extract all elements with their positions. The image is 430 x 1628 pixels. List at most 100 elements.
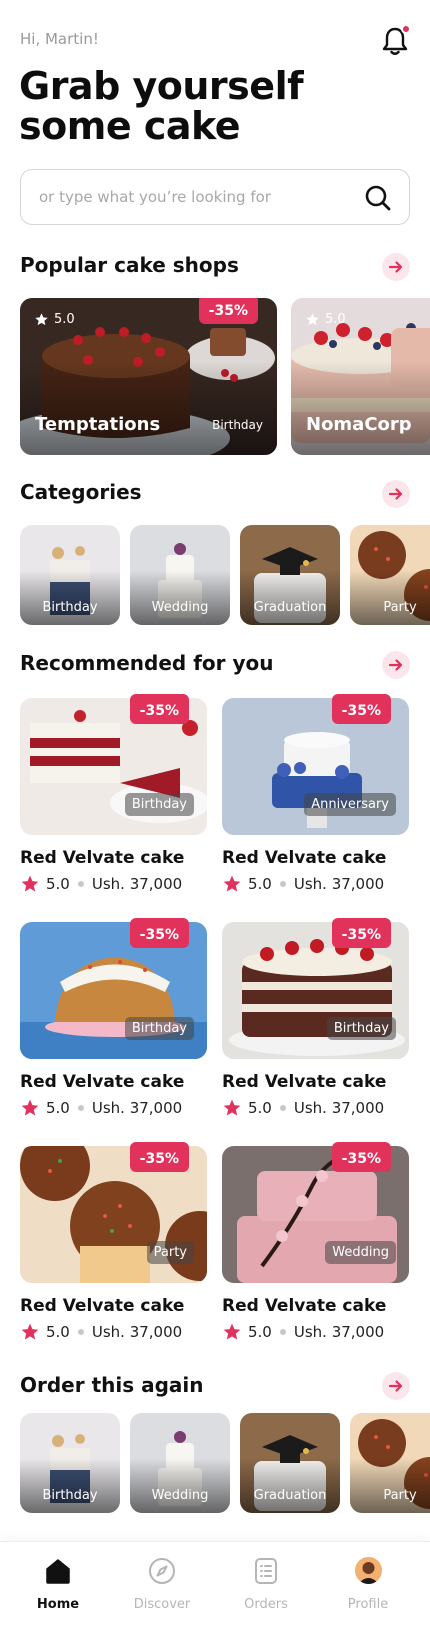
rating-value: 5.0	[46, 875, 70, 893]
tab-profile[interactable]: Profile	[318, 1542, 418, 1628]
section-title-recommended: Recommended for you	[20, 651, 274, 675]
category-wedding[interactable]: Wedding	[130, 525, 230, 625]
tab-orders[interactable]: Orders	[216, 1542, 316, 1628]
section-title-categories: Categories	[20, 480, 142, 504]
rating-value: 5.0	[248, 1099, 272, 1117]
avatar	[355, 1557, 382, 1584]
recommended-see-all-button[interactable]	[382, 651, 410, 679]
star-icon	[306, 313, 319, 326]
star-icon	[21, 875, 39, 892]
bottom-tab-bar: Home Discover Orders Profile	[0, 1541, 430, 1628]
cake-name: Red Velvate cake	[20, 848, 185, 868]
arrow-right-icon	[388, 1380, 403, 1392]
shop-card-temptations[interactable]: 5.0 Temptations Birthday -35%	[20, 298, 277, 455]
arrow-right-icon	[388, 488, 403, 500]
search-input[interactable]	[39, 182, 339, 212]
separator-dot	[77, 1329, 84, 1335]
search-bar[interactable]	[20, 169, 410, 225]
order-again-label: Graduation	[253, 1488, 327, 1503]
rating-value: 5.0	[46, 1099, 70, 1117]
star-icon	[223, 875, 241, 892]
discount-badge: -35%	[331, 918, 391, 948]
separator-dot	[279, 881, 286, 887]
popular-see-all-button[interactable]	[382, 253, 410, 281]
star-icon	[223, 1323, 241, 1340]
arrow-right-icon	[388, 659, 403, 671]
shop-rating-value: 5.0	[54, 312, 75, 327]
cake-name: Red Velvate cake	[20, 1072, 185, 1092]
star-icon	[223, 1099, 241, 1116]
cake-name: Red Velvate cake	[222, 1072, 387, 1092]
section-title-order-again: Order this again	[20, 1373, 204, 1397]
notification-dot	[401, 24, 411, 34]
shop-rating: 5.0	[34, 312, 75, 327]
price: Ush. 37,000	[91, 875, 183, 893]
cake-name: Red Velvate cake	[222, 848, 387, 868]
rating-value: 5.0	[248, 1323, 272, 1341]
category-birthday[interactable]: Birthday	[20, 525, 120, 625]
orders-icon	[255, 1558, 277, 1584]
star-icon	[35, 313, 48, 326]
tab-label: Profile	[347, 1597, 389, 1612]
compass-icon	[149, 1558, 175, 1584]
tab-home[interactable]: Home	[8, 1542, 108, 1628]
shop-rating-value: 5.0	[325, 312, 346, 327]
category-tag: Wedding	[325, 1241, 396, 1264]
section-title-popular: Popular cake shops	[20, 253, 239, 277]
order-again-party[interactable]: Party	[350, 1413, 430, 1513]
shop-card-nomacorp[interactable]: 5.0 NomaCorp	[291, 298, 430, 455]
category-tag: Birthday	[124, 1017, 194, 1040]
avatar-image	[355, 1557, 382, 1584]
discount-badge: -35%	[129, 694, 189, 724]
home-icon	[46, 1559, 70, 1584]
star-icon	[21, 1323, 39, 1340]
order-again-graduation[interactable]: Graduation	[240, 1413, 340, 1513]
discount-badge: -35%	[331, 694, 391, 724]
shop-name: NomaCorp	[306, 414, 412, 435]
category-label: Graduation	[253, 600, 327, 615]
category-party[interactable]: Party	[350, 525, 430, 625]
cake-name: Red Velvate cake	[222, 1296, 387, 1316]
order-again-wedding[interactable]: Wedding	[130, 1413, 230, 1513]
categories-see-all-button[interactable]	[382, 480, 410, 508]
tab-label: Orders	[244, 1597, 288, 1612]
separator-dot	[279, 1329, 286, 1335]
order-again-birthday[interactable]: Birthday	[20, 1413, 120, 1513]
cake-meta: 5.0 Ush. 37,000	[20, 874, 182, 894]
category-label: Wedding	[151, 600, 209, 615]
order-again-label: Party	[383, 1488, 417, 1503]
price: Ush. 37,000	[293, 1099, 385, 1117]
home-screen: Hi, Martin! Grab yourself some cake Popu…	[0, 0, 430, 1628]
discount-badge: -35%	[198, 298, 258, 324]
order-again-see-all-button[interactable]	[382, 1372, 410, 1400]
shop-rating: 5.0	[305, 312, 346, 327]
arrow-right-icon	[388, 261, 403, 273]
category-label: Party	[383, 600, 417, 615]
greeting: Hi, Martin!	[20, 30, 99, 48]
price: Ush. 37,000	[91, 1323, 183, 1341]
cake-name: Red Velvate cake	[20, 1296, 185, 1316]
discount-badge: -35%	[129, 1142, 189, 1172]
category-tag: Birthday	[124, 793, 194, 816]
search-icon[interactable]	[363, 183, 393, 213]
rating-value: 5.0	[248, 875, 272, 893]
discount-badge: -35%	[129, 918, 189, 948]
price: Ush. 37,000	[91, 1099, 183, 1117]
shop-tag: Birthday	[212, 418, 263, 432]
cake-meta: 5.0 Ush. 37,000	[20, 1322, 182, 1342]
separator-dot	[279, 1105, 286, 1111]
tab-label: Discover	[133, 1597, 191, 1612]
separator-dot	[77, 881, 84, 887]
order-again-label: Birthday	[42, 1488, 98, 1503]
cake-meta: 5.0 Ush. 37,000	[222, 874, 384, 894]
cake-meta: 5.0 Ush. 37,000	[222, 1098, 384, 1118]
order-again-label: Wedding	[151, 1488, 209, 1503]
cake-meta: 5.0 Ush. 37,000	[222, 1322, 384, 1342]
rating-value: 5.0	[46, 1323, 70, 1341]
category-graduation[interactable]: Graduation	[240, 525, 340, 625]
shop-name: Temptations	[35, 414, 161, 435]
category-tag: Anniversary	[304, 793, 396, 816]
tab-discover[interactable]: Discover	[112, 1542, 212, 1628]
star-icon	[21, 1099, 39, 1116]
discount-badge: -35%	[331, 1142, 391, 1172]
